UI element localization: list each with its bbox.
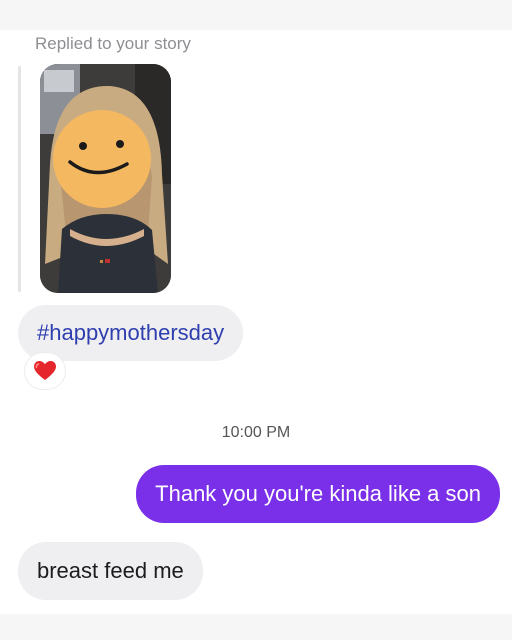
chat-screen: Replied to your story #happymothersday 1… — [0, 0, 512, 640]
message-timestamp: 10:00 PM — [221, 424, 291, 441]
sent-message[interactable]: Thank you you're kinda like a son — [136, 465, 500, 523]
quote-bar — [18, 66, 21, 292]
story-thumbnail[interactable] — [40, 64, 171, 293]
received-message[interactable]: breast feed me — [18, 542, 203, 600]
top-bar — [0, 0, 512, 30]
heart-reaction[interactable] — [24, 352, 66, 390]
bottom-bar — [0, 614, 512, 640]
story-reply-label: Replied to your story — [35, 34, 191, 53]
story-photo — [40, 64, 171, 293]
heart-emoji-icon — [34, 361, 56, 380]
smiley-face-censor-icon — [53, 110, 151, 208]
